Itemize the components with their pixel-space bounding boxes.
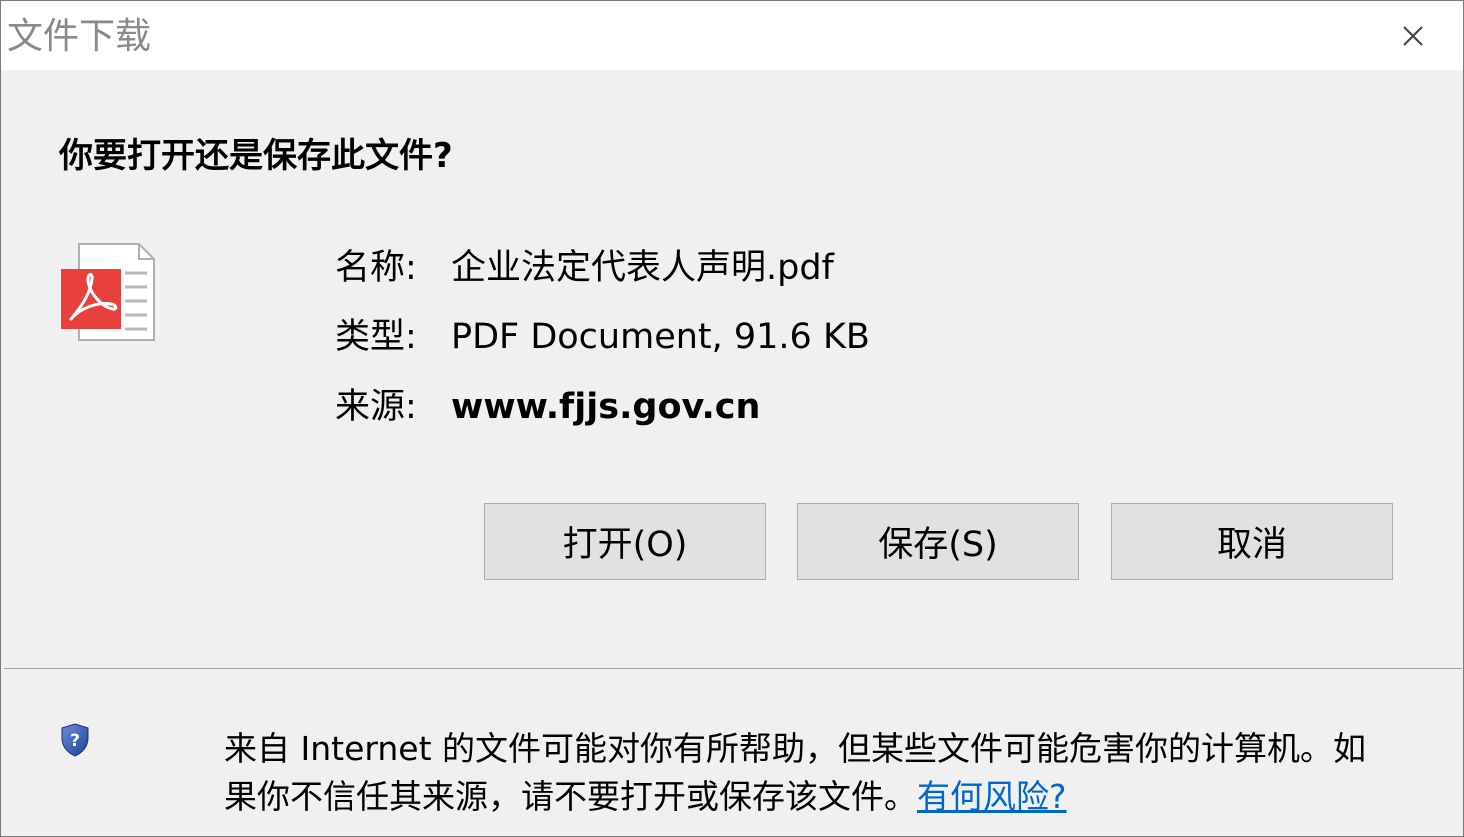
security-warning: 来自 Internet 的文件可能对你有所帮助，但某些文件可能危害你的计算机。如… (224, 725, 1384, 821)
svg-text:?: ? (70, 731, 80, 751)
cancel-button[interactable]: 取消 (1111, 503, 1393, 580)
risk-link[interactable]: 有何风险? (917, 777, 1067, 816)
window-title: 文件下载 (7, 16, 152, 57)
warning-text: 来自 Internet 的文件可能对你有所帮助，但某些文件可能危害你的计算机。如… (224, 729, 1367, 816)
file-source-label: 来源: (335, 387, 417, 427)
close-button[interactable] (1363, 1, 1463, 70)
pdf-file-icon (61, 243, 155, 341)
open-button[interactable]: 打开(O) (484, 503, 766, 580)
file-type-label: 类型: (335, 317, 417, 357)
shield-question-icon: ? (61, 723, 89, 757)
file-type-value: PDF Document, 91.6 KB (451, 317, 870, 357)
save-button[interactable]: 保存(S) (797, 503, 1079, 580)
close-icon (1403, 25, 1423, 46)
file-name-label: 名称: (335, 248, 417, 288)
title-bar: 文件下载 (1, 1, 1463, 70)
footer-divider (4, 668, 1462, 669)
file-source-value: www.fjjs.gov.cn (451, 387, 761, 427)
file-download-dialog: 文件下载 你要打开还是保存此文件? 名称: 企业法定代表人声明.pdf 类型: … (0, 0, 1464, 837)
dialog-heading: 你要打开还是保存此文件? (59, 136, 453, 176)
file-name-value: 企业法定代表人声明.pdf (451, 248, 834, 288)
